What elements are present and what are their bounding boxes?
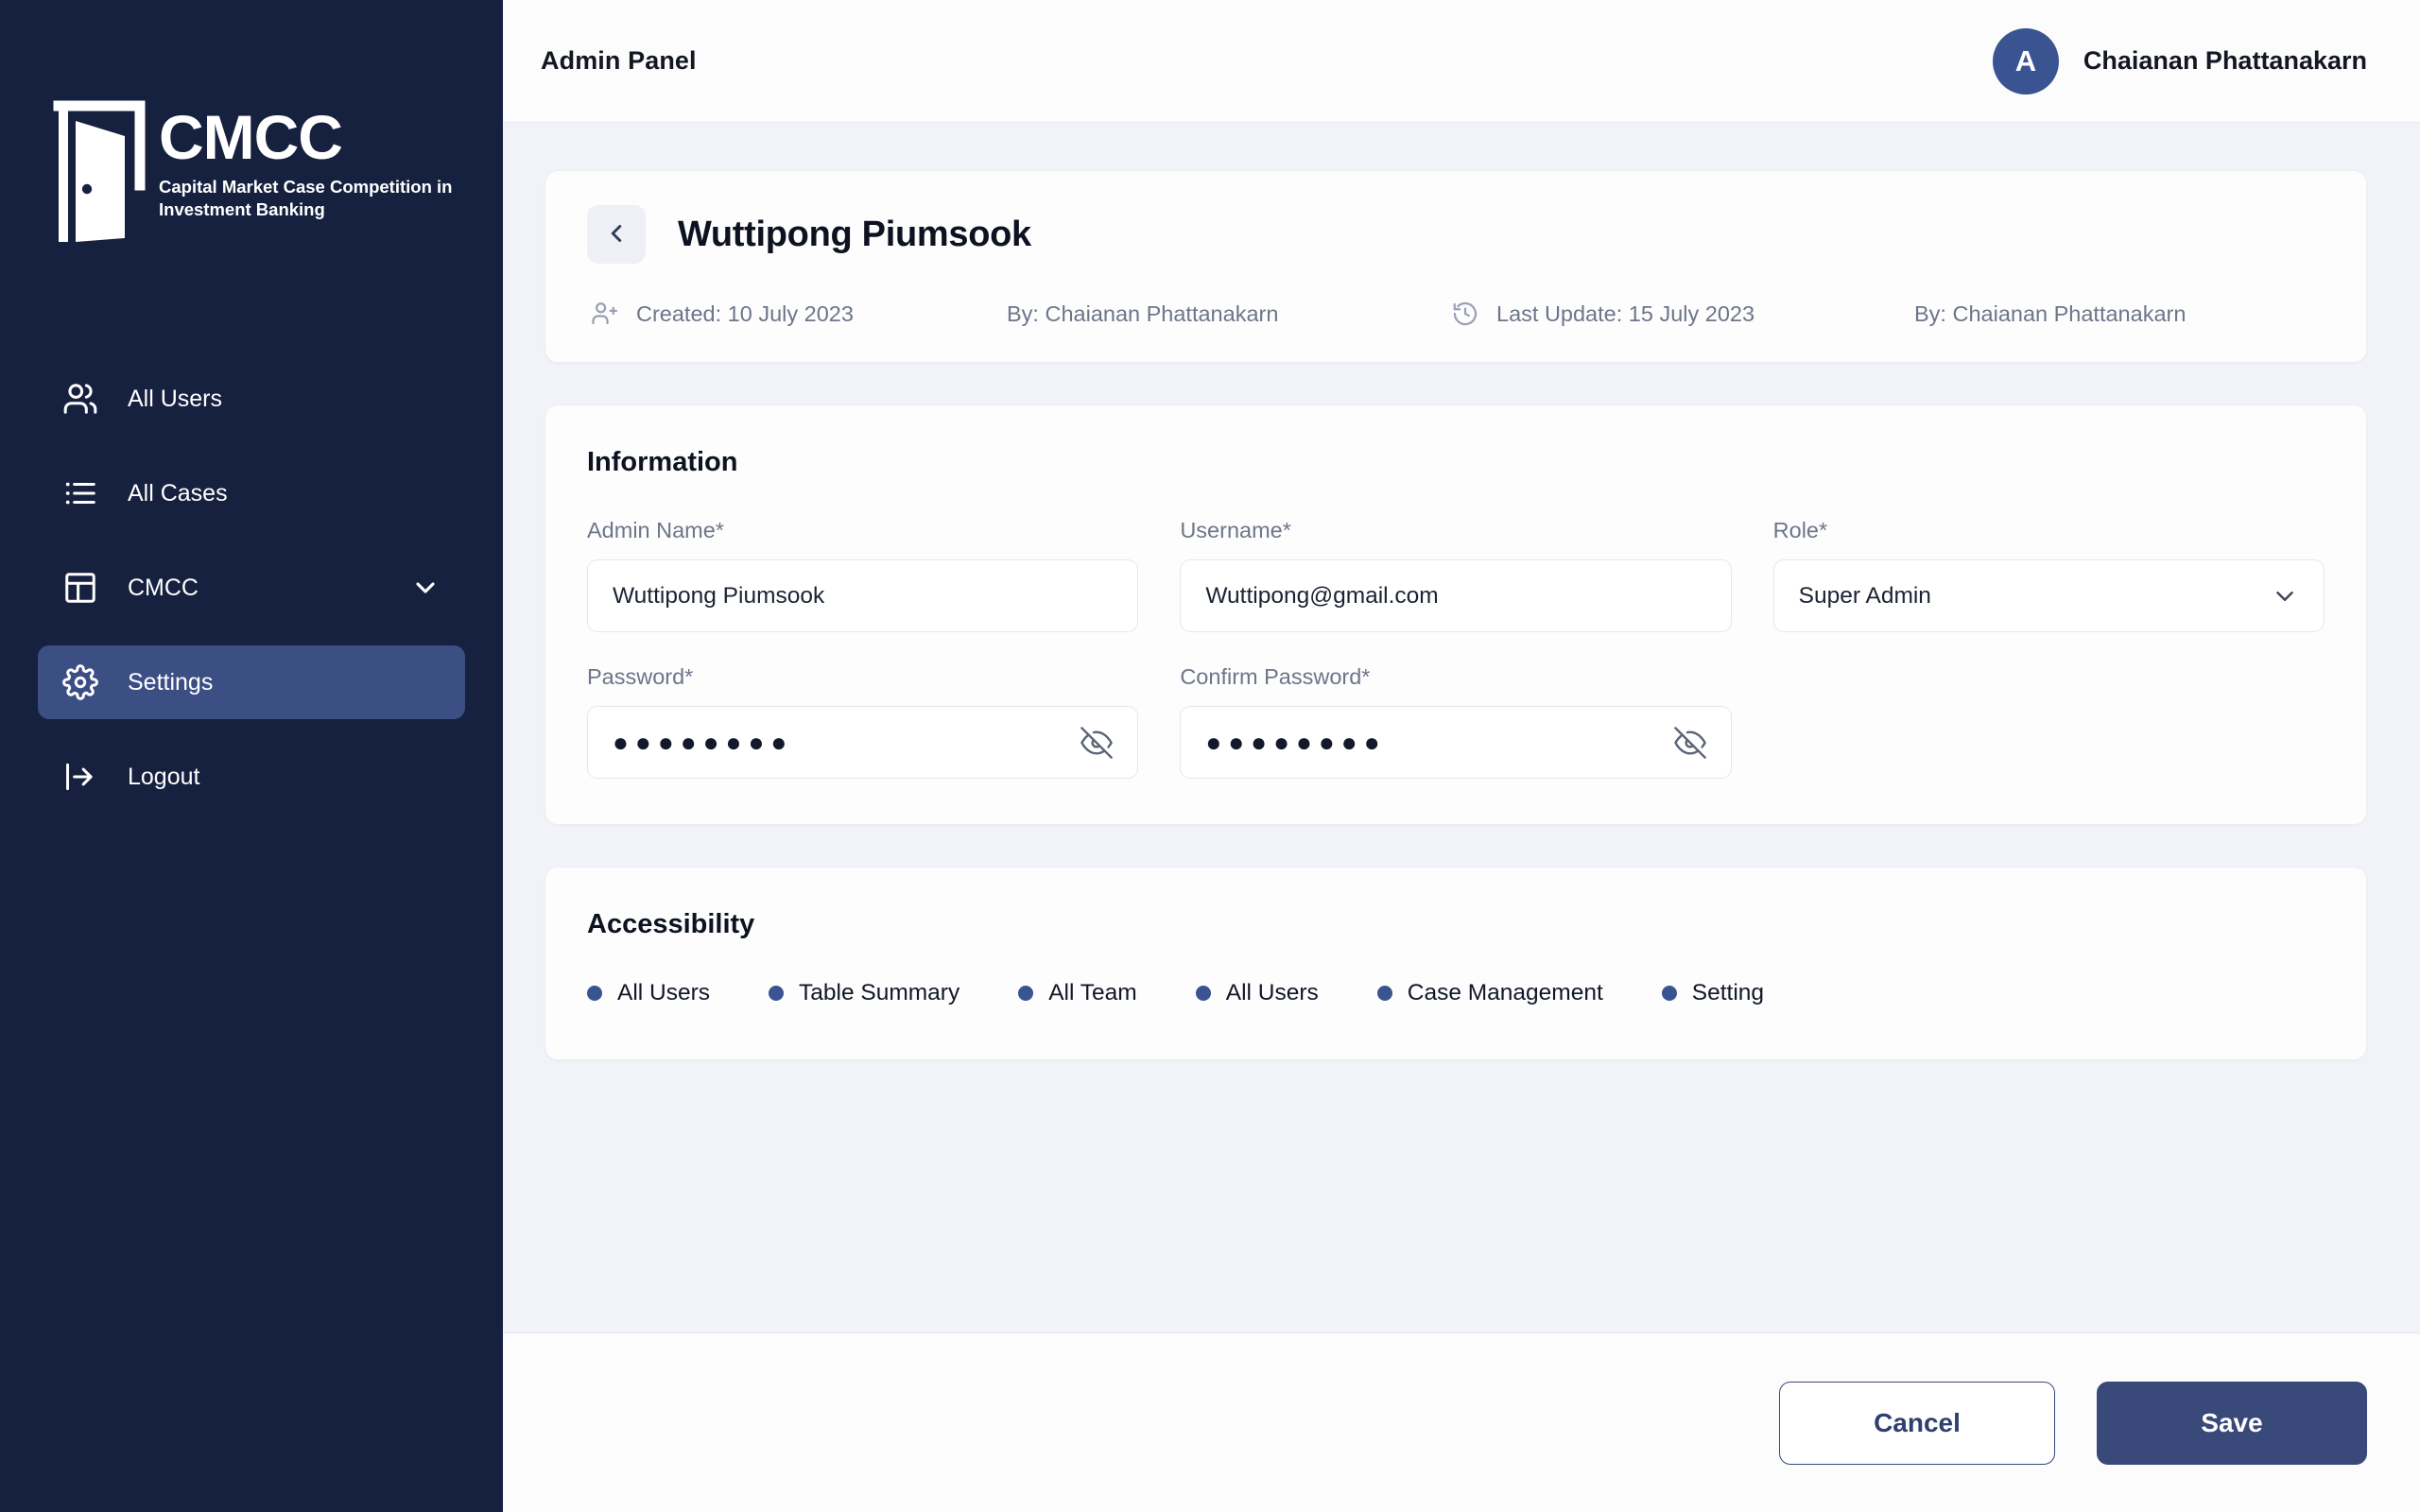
user-plus-icon	[591, 300, 619, 328]
user-name: Chaianan Phattanakarn	[2083, 46, 2367, 75]
accessibility-list: All Users Table Summary All Team All Use…	[587, 980, 2325, 1006]
meta-last-update-text: Last Update: 15 July 2023	[1496, 301, 1755, 326]
admin-name-input[interactable]: Wuttipong Piumsook	[587, 559, 1139, 632]
username-label: Username*	[1180, 518, 1291, 542]
meta-updated-by-text: By: Chaianan Phattanakarn	[1914, 301, 2187, 326]
field-role: Role* Super Admin	[1772, 518, 2325, 632]
list-item[interactable]: All Users	[587, 980, 710, 1006]
admin-name-label: Admin Name*	[587, 518, 724, 542]
bullet-dot-icon	[769, 986, 785, 1001]
history-clock-icon	[1451, 300, 1479, 328]
bullet-dot-icon	[1195, 986, 1211, 1001]
brand-title: CMCC	[159, 102, 343, 172]
avatar: A	[1992, 27, 2059, 94]
accessibility-card: Accessibility All Users Table Summary Al…	[544, 867, 2367, 1060]
sidebar-nav: All Users All Cases CMCC Settings Logout	[0, 362, 503, 834]
users-icon	[62, 381, 104, 417]
list-item[interactable]: Setting	[1661, 980, 1765, 1006]
record-header-card: Wuttipong Piumsook Created: 10 July 2023…	[544, 170, 2367, 363]
sidebar-item-logout[interactable]: Logout	[38, 740, 465, 814]
accessibility-item-label: All Users	[617, 980, 711, 1005]
eye-off-icon[interactable]	[1080, 726, 1114, 759]
meta-created-by-text: By: Chaianan Phattanakarn	[1007, 301, 1279, 326]
open-door-icon	[49, 94, 155, 258]
sidebar-item-cmcc[interactable]: CMCC	[38, 551, 465, 625]
field-confirm-password: Confirm Password* ●●●●●●●●	[1180, 664, 1732, 779]
layout-icon	[62, 570, 104, 606]
password-input[interactable]: ●●●●●●●●	[587, 706, 1139, 779]
role-value: Super Admin	[1798, 582, 1931, 609]
bullet-dot-icon	[1018, 986, 1034, 1001]
chevron-down-icon[interactable]	[410, 573, 441, 603]
user-menu[interactable]: A Chaianan Phattanakarn	[1992, 27, 2367, 94]
bullet-dot-icon	[1661, 986, 1677, 1001]
back-button[interactable]	[587, 205, 646, 264]
field-admin-name: Admin Name* Wuttipong Piumsook	[587, 518, 1139, 632]
sidebar-item-label: Logout	[128, 763, 200, 790]
meta-created-text: Created: 10 July 2023	[636, 301, 854, 326]
logout-icon	[62, 759, 104, 795]
eye-off-icon[interactable]	[1673, 726, 1706, 759]
meta-last-update: Last Update: 15 July 2023	[1451, 300, 1914, 328]
main-area: Admin Panel A Chaianan Phattanakarn Wutt…	[503, 0, 2420, 1512]
information-form: Admin Name* Wuttipong Piumsook Username*…	[587, 518, 2325, 779]
record-meta: Created: 10 July 2023 By: Chaianan Phatt…	[587, 300, 2325, 328]
brand-logo: CMCC Capital Market Case Competition in …	[0, 91, 503, 258]
information-card: Information Admin Name* Wuttipong Piumso…	[544, 404, 2367, 825]
topbar: Admin Panel A Chaianan Phattanakarn	[503, 0, 2420, 123]
password-label: Password*	[587, 664, 694, 689]
page-title: Admin Panel	[541, 46, 697, 75]
list-icon	[62, 475, 104, 511]
field-spacer	[1773, 664, 2325, 779]
meta-updated-by: By: Chaianan Phattanakarn	[1914, 301, 2186, 327]
accessibility-item-label: All Users	[1225, 980, 1319, 1005]
confirm-password-input[interactable]: ●●●●●●●●	[1180, 706, 1732, 779]
accessibility-title: Accessibility	[587, 909, 755, 939]
save-button[interactable]: Save	[2097, 1381, 2367, 1465]
cancel-button[interactable]: Cancel	[1779, 1381, 2055, 1465]
sidebar-item-settings[interactable]: Settings	[38, 645, 465, 719]
role-select[interactable]: Super Admin	[1772, 559, 2325, 632]
record-title: Wuttipong Piumsook	[678, 214, 1031, 254]
confirm-password-label: Confirm Password*	[1180, 664, 1371, 689]
list-item[interactable]: Table Summary	[769, 980, 959, 1006]
sidebar-item-label: All Users	[128, 385, 223, 412]
content-scroll: Wuttipong Piumsook Created: 10 July 2023…	[503, 123, 2420, 1332]
field-password: Password* ●●●●●●●●	[587, 664, 1139, 779]
list-item[interactable]: Case Management	[1376, 980, 1603, 1006]
sidebar-item-label: All Cases	[128, 479, 228, 507]
list-item[interactable]: All Users	[1195, 980, 1319, 1006]
meta-created: Created: 10 July 2023	[591, 300, 1007, 328]
meta-created-by: By: Chaianan Phattanakarn	[1007, 301, 1451, 327]
bullet-dot-icon	[587, 986, 602, 1001]
role-label: Role*	[1772, 518, 1828, 542]
username-value: Wuttipong@gmail.com	[1205, 582, 1439, 609]
sidebar-item-label: CMCC	[128, 574, 199, 601]
sidebar-item-all-cases[interactable]: All Cases	[38, 456, 465, 530]
gear-icon	[62, 664, 104, 700]
form-actions: Cancel Save	[503, 1332, 2420, 1512]
brand-subtitle: Capital Market Case Competition in Inves…	[159, 176, 453, 220]
app-root: CMCC Capital Market Case Competition in …	[0, 0, 2420, 1512]
username-input[interactable]: Wuttipong@gmail.com	[1180, 559, 1732, 632]
confirm-password-value: ●●●●●●●●	[1205, 727, 1387, 757]
chevron-left-icon	[602, 219, 631, 250]
accessibility-item-label: Case Management	[1407, 980, 1603, 1005]
sidebar-item-all-users[interactable]: All Users	[38, 362, 465, 436]
accessibility-item-label: All Team	[1048, 980, 1137, 1005]
sidebar-item-label: Settings	[128, 668, 214, 696]
list-item[interactable]: All Team	[1018, 980, 1137, 1006]
field-username: Username* Wuttipong@gmail.com	[1180, 518, 1732, 632]
accessibility-item-label: Setting	[1691, 980, 1765, 1005]
bullet-dot-icon	[1376, 986, 1392, 1001]
chevron-down-icon[interactable]	[2271, 582, 2299, 610]
admin-name-value: Wuttipong Piumsook	[613, 582, 825, 609]
password-value: ●●●●●●●●	[613, 727, 794, 757]
information-title: Information	[587, 447, 738, 477]
accessibility-item-label: Table Summary	[799, 980, 960, 1005]
sidebar: CMCC Capital Market Case Competition in …	[0, 0, 503, 1512]
